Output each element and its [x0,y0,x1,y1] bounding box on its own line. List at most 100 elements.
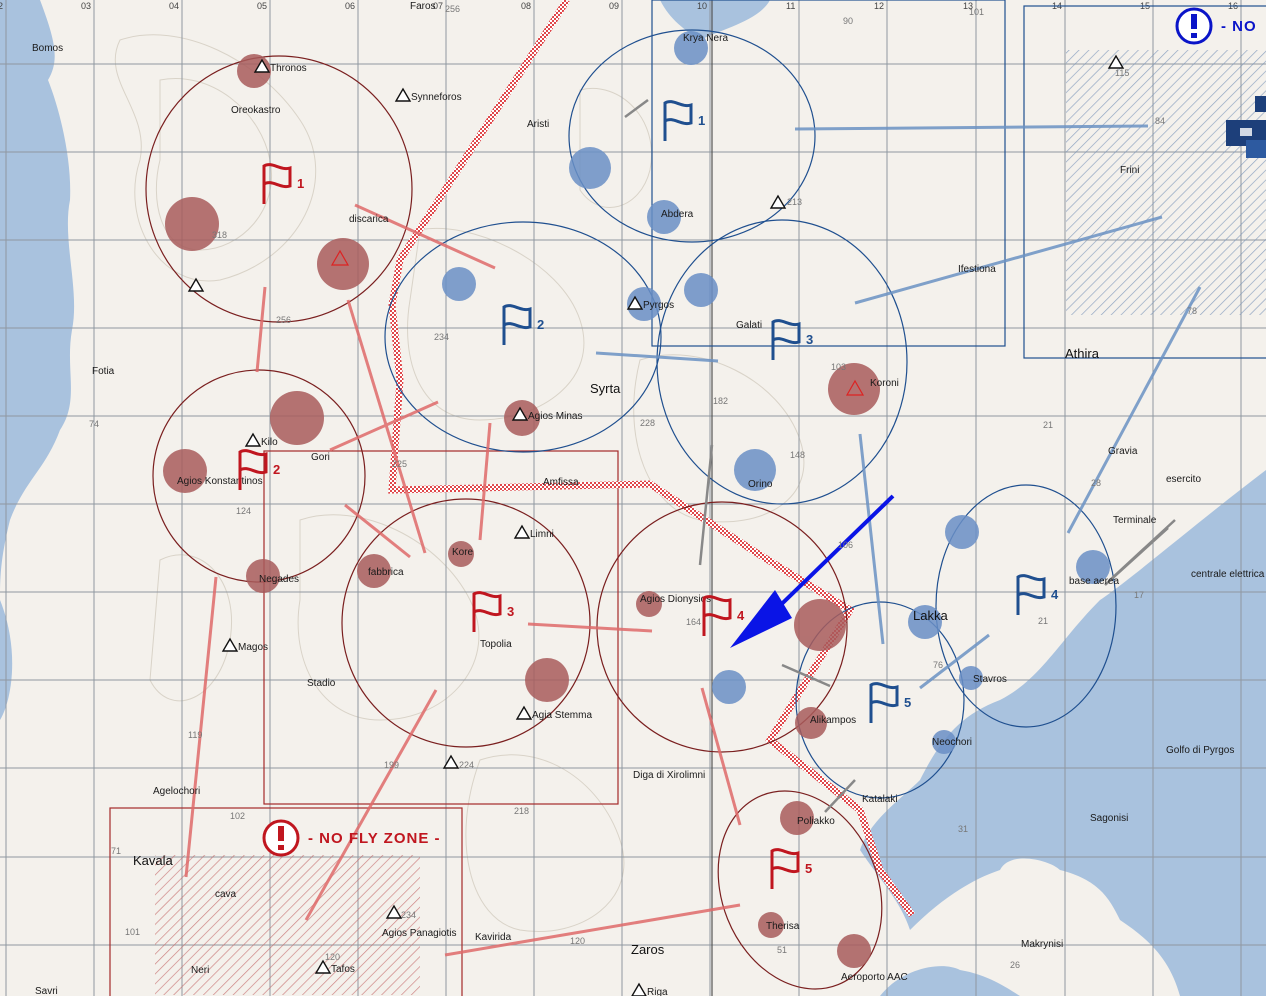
place-label: Riga [647,987,668,996]
place-label: Aristi [527,119,549,130]
place-label: Stadio [307,678,336,689]
elevation-label: 76 [933,660,943,670]
place-label: Neri [191,965,209,976]
elevation-label: 103 [831,362,846,372]
grid-column-label: 06 [345,1,355,11]
place-label: Magos [238,642,268,653]
blue-vehicle-icon [1246,140,1266,158]
grid-column-label: 02 [0,1,3,11]
red-unit [165,197,219,251]
blue-unit [684,273,718,307]
elevation-label: 26 [1010,960,1020,970]
objective-number: 4 [737,608,745,623]
elevation-label: 199 [384,760,399,770]
objective-number: 3 [507,604,514,619]
place-label: Agios Panagiotis [382,928,457,939]
elevation-label: 318 [212,230,227,240]
objective-number: 4 [1051,587,1059,602]
place-label: Faros [410,1,436,12]
elevation-label: 119 [188,730,202,740]
no-fly-zone-text: - NO [1221,18,1257,35]
place-label: base aerea [1069,576,1119,587]
place-label: Alikampos [810,715,856,726]
elevation-label: 164 [686,617,701,627]
place-label: Pyrgos [643,300,674,311]
place-label: Agelochori [153,786,200,797]
place-label: Fotia [92,366,115,377]
place-label: esercito [1166,474,1201,485]
place-label: Koroni [870,378,899,389]
blue-unit [712,670,746,704]
elevation-label: 124 [236,506,251,516]
elevation-label: 31 [958,824,968,834]
place-label: Oreokastro [231,105,281,116]
place-label: Aeroporto AAC [841,972,908,983]
grid-column-label: 03 [81,1,91,11]
elevation-label: 101 [969,7,984,17]
place-label: fabbrica [368,567,404,578]
place-label: discarica [349,214,389,225]
elevation-label: 228 [640,418,655,428]
elevation-label: 106 [838,540,853,550]
place-label: Makrynisi [1021,939,1063,950]
blue-unit [442,267,476,301]
elevation-label: 51 [777,945,787,955]
elevation-label: 213 [787,197,802,207]
place-label: Neochori [932,737,972,748]
elevation-label: 17 [1134,590,1144,600]
elevation-label: 256 [445,4,460,14]
place-label: Poliakko [797,816,835,827]
grid-column-label: 05 [257,1,267,11]
objective-number: 2 [273,462,280,477]
place-label: Synneforos [411,92,462,103]
place-label: Bomos [32,43,63,54]
elevation-label: 71 [111,846,121,856]
blue-vehicle-icon [1255,96,1266,112]
red-unit [270,391,324,445]
objective-number: 5 [904,695,911,710]
elevation-label: 120 [570,936,585,946]
elevation-label: 256 [276,315,291,325]
tactical-map[interactable]: 020304050607080910111213141516 [0,0,1266,996]
elevation-label: 21 [1043,420,1053,430]
place-label: Athira [1065,346,1100,361]
blue-unit [945,515,979,549]
objective-number: 2 [537,317,544,332]
place-label: Negades [259,574,299,585]
place-label: Tafos [331,964,355,975]
elevation-label: 218 [514,806,529,816]
no-fly-zone-blue-hatch [1066,50,1266,315]
grid-column-label: 10 [697,1,707,11]
place-label: centrale elettrica [1191,569,1265,580]
elevation-label: 234 [434,332,449,342]
place-label: Limni [530,529,554,540]
place-label: Agia Stemma [532,710,592,721]
place-label: Agios Minas [528,411,582,422]
elevation-label: 21 [1038,616,1048,626]
place-label: Frini [1120,165,1139,176]
place-label: Kilo [261,437,278,448]
place-label: Kavirida [475,932,512,943]
elevation-label: 101 [125,927,140,937]
place-label: Therisa [766,921,800,932]
place-label: Katalaki [862,794,898,805]
place-label: Galati [736,320,762,331]
place-label: Krya Nera [683,33,728,44]
place-label: Thronos [270,63,307,74]
place-label: Topolia [480,639,512,650]
place-label: Stavros [973,674,1007,685]
objective-number: 1 [698,113,705,128]
grid-column-label: 04 [169,1,179,11]
place-label: cava [215,889,237,900]
elevation-label: 234 [401,910,416,920]
place-label: Orino [748,479,773,490]
elevation-label: 148 [790,450,805,460]
grid-column-label: 12 [874,1,884,11]
red-unit [525,658,569,702]
red-unit [794,599,846,651]
elevation-label: 78 [1187,306,1197,316]
place-label: Zaros [631,942,665,957]
elevation-label: 28 [1091,478,1101,488]
place-label: Gori [311,452,330,463]
elevation-label: 225 [392,459,407,469]
